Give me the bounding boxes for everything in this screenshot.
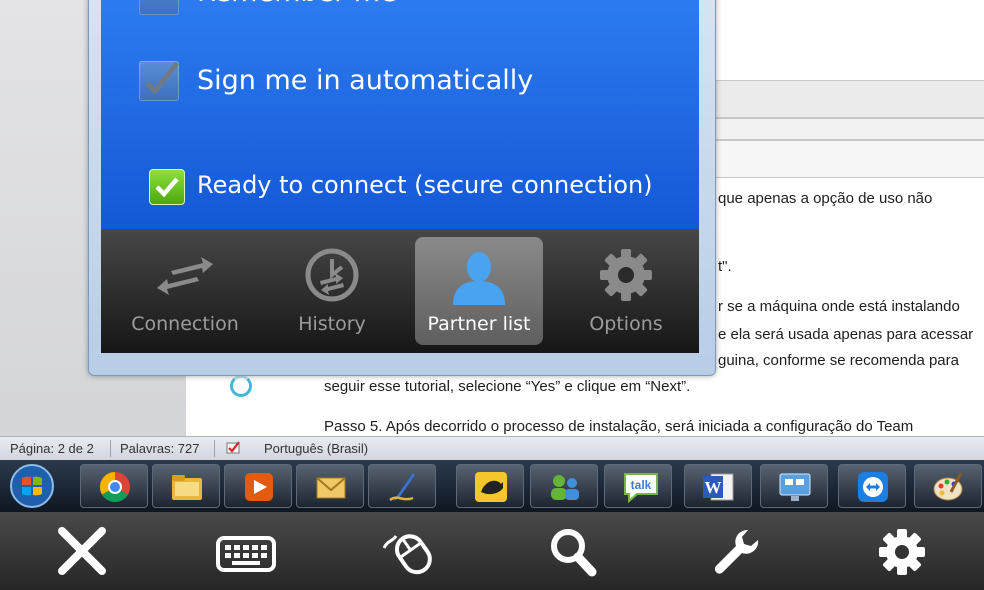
- document-text-line: t".: [718, 258, 732, 275]
- taskbar-bird-app[interactable]: [456, 464, 524, 508]
- talk-text: talk: [631, 478, 652, 492]
- bottom-tab-bar: Connection History Partner list Options: [101, 229, 699, 353]
- status-separator: [214, 440, 215, 457]
- word-status-bar: Página: 2 de 2 Palavras: 727 Português (…: [0, 436, 984, 461]
- partner-person-icon: [453, 252, 505, 305]
- ready-status-badge: [149, 169, 185, 205]
- word-count[interactable]: Palavras: 727: [120, 441, 200, 456]
- bird-app-icon: [475, 472, 507, 502]
- word-icon: W: [703, 473, 734, 501]
- document-text-line: seguir esse tutorial, selecione “Yes” e …: [324, 378, 691, 395]
- checkmark-icon: [145, 61, 179, 95]
- tab-history[interactable]: History: [268, 237, 396, 345]
- mouse-icon: [382, 534, 432, 575]
- remote-control-toolbar: [0, 512, 984, 590]
- taskbar-paint[interactable]: [914, 464, 982, 508]
- taskbar-remote-desktop[interactable]: [760, 464, 828, 508]
- contacts-app-icon: [551, 475, 579, 500]
- tab-connection[interactable]: Connection: [121, 237, 249, 345]
- zoom-button[interactable]: [544, 526, 604, 578]
- tab-options-label: Options: [589, 313, 663, 335]
- remember-me-checkbox[interactable]: [139, 0, 179, 15]
- document-header-area: [712, 140, 984, 178]
- gtalk-icon: talk: [624, 473, 658, 504]
- document-text-line: que apenas a opção de uso não: [718, 190, 933, 207]
- close-session-button[interactable]: [52, 526, 112, 578]
- taskbar-chrome[interactable]: [80, 464, 148, 508]
- options-gear-icon: [600, 249, 652, 301]
- auto-signin-label: Sign me in automatically: [197, 65, 534, 96]
- tab-connection-label: Connection: [131, 313, 239, 335]
- ready-status-text: Ready to connect (secure connection): [197, 171, 653, 199]
- search-icon: [551, 529, 597, 577]
- taskbar-explorer[interactable]: [152, 464, 220, 508]
- document-toolbar-band: [712, 80, 984, 118]
- connection-arrows-icon: [157, 257, 213, 295]
- taskbar-teamviewer[interactable]: [838, 464, 906, 508]
- actions-button[interactable]: [708, 526, 768, 578]
- word-letter: W: [705, 478, 722, 497]
- file-explorer-icon: [172, 475, 202, 500]
- document-text-line: e ela será usada apenas para acessar: [718, 326, 974, 343]
- taskbar-media-player[interactable]: [224, 464, 292, 508]
- tab-history-label: History: [298, 313, 366, 335]
- tab-partner-list[interactable]: Partner list: [415, 237, 543, 345]
- settings-gear-icon: [879, 529, 925, 575]
- auto-signin-checkbox[interactable]: [139, 61, 179, 101]
- teamviewer-window: Remember me Sign me in automatically Rea…: [88, 0, 716, 376]
- mail-icon: [316, 477, 346, 499]
- paint-icon: [933, 472, 963, 501]
- history-clock-icon: [305, 248, 359, 302]
- settings-button[interactable]: [872, 526, 932, 578]
- wrench-icon: [714, 529, 759, 574]
- mouse-mode-button[interactable]: [380, 526, 440, 578]
- status-separator: [110, 440, 111, 457]
- taskbar-gtalk[interactable]: talk: [604, 464, 672, 508]
- check-icon: [155, 177, 179, 198]
- remember-me-label: Remember me: [197, 0, 397, 8]
- tab-partner-list-label: Partner list: [427, 313, 531, 335]
- taskbar-mail[interactable]: [296, 464, 364, 508]
- media-player-icon: [245, 473, 273, 501]
- windows-taskbar: talk W: [0, 460, 984, 512]
- signin-panel: Remember me Sign me in automatically Rea…: [101, 0, 699, 229]
- document-ruler: [712, 118, 984, 140]
- tab-options[interactable]: Options: [562, 237, 690, 345]
- teamviewer-icon: [858, 472, 888, 502]
- taskbar-pen-app[interactable]: [368, 464, 436, 508]
- document-text-line: r se a máquina onde está instalando: [718, 298, 960, 315]
- taskbar-word[interactable]: W: [684, 464, 752, 508]
- document-text-line: Passo 5. Após decorrido o processo de in…: [324, 418, 914, 435]
- spellcheck-icon[interactable]: [226, 440, 242, 456]
- pen-app-icon: [389, 473, 415, 502]
- keyboard-icon: [216, 536, 276, 572]
- page-count[interactable]: Página: 2 de 2: [10, 441, 94, 456]
- chrome-icon: [99, 472, 130, 503]
- close-icon: [58, 527, 106, 575]
- taskbar-contacts-app[interactable]: [530, 464, 598, 508]
- remote-desktop-icon: [779, 473, 811, 501]
- busy-spinner-icon: [230, 375, 252, 397]
- start-orb[interactable]: [8, 462, 56, 510]
- language-indicator[interactable]: Português (Brasil): [264, 441, 368, 456]
- keyboard-button[interactable]: [216, 526, 276, 578]
- document-text-line: guina, conforme se recomenda para: [718, 352, 959, 369]
